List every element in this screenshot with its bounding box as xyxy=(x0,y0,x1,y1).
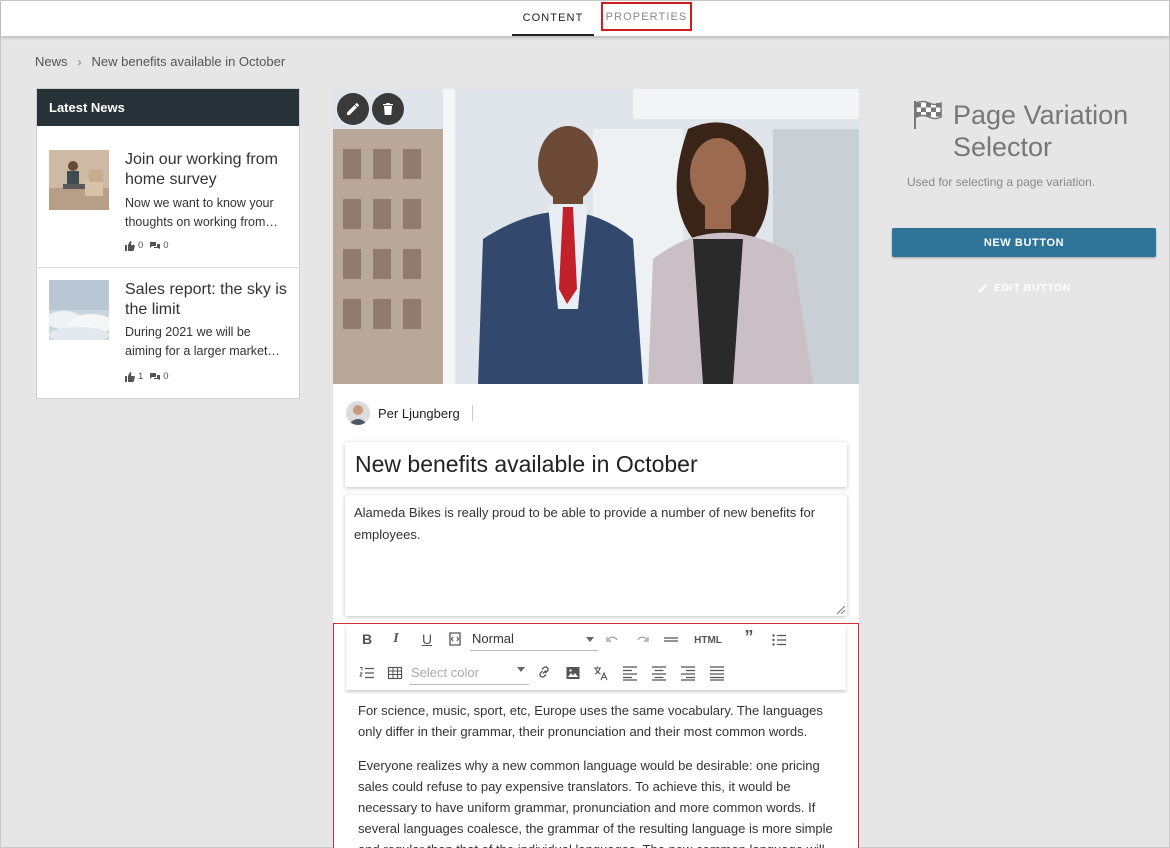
like-count: 0 xyxy=(138,240,144,251)
undo-button[interactable] xyxy=(602,629,624,651)
page-variation-title: Page Variation Selector xyxy=(953,100,1129,162)
author-divider xyxy=(471,405,473,421)
excerpt-line: Now we want to know your xyxy=(125,196,274,210)
align-right-button[interactable] xyxy=(677,662,699,684)
pencil-icon xyxy=(978,283,987,293)
chevron-down-icon xyxy=(586,637,594,642)
news-item-title[interactable]: Sales report: the sky is the limit xyxy=(125,280,291,320)
comment-count: 0 xyxy=(163,240,169,251)
news-item-excerpt: During 2021 we will be aiming for a larg… xyxy=(125,323,291,361)
pencil-icon xyxy=(347,103,359,115)
format-select[interactable]: Normal xyxy=(470,629,598,651)
table-icon xyxy=(387,666,403,680)
redo-icon xyxy=(637,636,649,642)
italic-button[interactable]: I xyxy=(385,628,407,650)
rich-text-editor: B I U Normal HTML ” Select color For sci… xyxy=(333,623,859,848)
align-center-button[interactable] xyxy=(648,662,670,684)
color-select[interactable]: Select color xyxy=(409,661,529,685)
link-button[interactable] xyxy=(533,661,555,683)
color-select-placeholder: Select color xyxy=(411,665,479,680)
resize-grip-icon[interactable] xyxy=(837,606,845,614)
bold-button[interactable]: B xyxy=(356,628,378,650)
excerpt-line: thoughts on working from… xyxy=(125,215,278,229)
chevron-down-icon xyxy=(517,667,525,672)
editor-paragraph: Everyone realizes why a new common langu… xyxy=(358,758,833,848)
editor-toolbar: B I U Normal HTML ” Select color xyxy=(346,624,846,690)
undo-icon xyxy=(606,636,618,642)
top-tab-bar: CONTENT PROPERTIES xyxy=(1,1,1169,36)
like-count: 1 xyxy=(138,371,144,382)
editor-paragraph: For science, music, sport, etc, Europe u… xyxy=(358,703,823,739)
align-right-icon xyxy=(681,666,695,681)
edit-image-button[interactable] xyxy=(337,93,369,125)
news-item-stats: 1 0 xyxy=(125,371,169,382)
tab-properties[interactable]: PROPERTIES xyxy=(601,2,692,31)
code-icon xyxy=(449,632,461,646)
latest-news-card: Latest News Join our working from home s… xyxy=(36,88,300,399)
image-button[interactable] xyxy=(562,662,584,684)
align-left-icon xyxy=(623,666,637,681)
new-button[interactable]: NEW BUTTON xyxy=(892,228,1156,257)
tab-content[interactable]: CONTENT xyxy=(512,1,594,36)
editor-content[interactable]: For science, music, sport, etc, Europe u… xyxy=(358,700,833,848)
table-button[interactable] xyxy=(384,662,406,684)
author-avatar xyxy=(346,401,370,425)
comments-icon xyxy=(150,372,161,380)
edit-button-label: EDIT BUTTON xyxy=(994,282,1071,294)
news-item[interactable]: Join our working from home survey Now we… xyxy=(37,126,299,268)
news-item-stats: 0 0 xyxy=(125,240,169,251)
breadcrumb-news-link[interactable]: News xyxy=(35,54,68,69)
news-item-excerpt: Now we want to know your thoughts on wor… xyxy=(125,194,291,232)
align-left-button[interactable] xyxy=(619,662,641,684)
edit-button[interactable]: EDIT BUTTON xyxy=(892,279,1156,297)
html-button[interactable]: HTML xyxy=(691,629,725,651)
horizontal-rule-icon xyxy=(664,637,678,642)
underline-button[interactable]: U xyxy=(416,628,438,650)
justify-button[interactable] xyxy=(706,662,728,684)
comment-count: 0 xyxy=(163,371,169,382)
trash-icon xyxy=(383,103,393,115)
news-item[interactable]: Sales report: the sky is the limit Durin… xyxy=(37,268,299,398)
link-icon xyxy=(539,666,549,678)
hero-photo xyxy=(333,89,859,384)
bulleted-list-button[interactable] xyxy=(768,629,790,651)
page-variation-description: Used for selecting a page variation. xyxy=(907,175,1096,189)
image-icon xyxy=(566,667,580,679)
author-name[interactable]: Per Ljungberg xyxy=(378,406,460,421)
article-summary-field[interactable]: Alameda Bikes is really proud to be able… xyxy=(345,495,847,616)
excerpt-line: During 2021 we will be xyxy=(125,325,251,339)
translate-button[interactable] xyxy=(590,662,612,684)
article-summary-text: Alameda Bikes is really proud to be able… xyxy=(354,505,816,542)
author-row: Per Ljungberg xyxy=(346,401,473,425)
comments-icon xyxy=(150,241,161,249)
numbered-list-icon xyxy=(359,667,374,679)
delete-image-button[interactable] xyxy=(372,93,404,125)
news-thumbnail-image xyxy=(49,280,109,340)
bulleted-list-icon xyxy=(772,634,786,646)
thumbs-up-icon xyxy=(125,371,135,382)
translate-icon xyxy=(594,666,608,681)
checkered-flag-icon xyxy=(914,100,942,129)
redo-button[interactable] xyxy=(631,629,653,651)
breadcrumb-separator: › xyxy=(77,54,82,69)
excerpt-line: aiming for a larger market… xyxy=(125,344,280,358)
justify-icon xyxy=(710,666,724,681)
latest-news-header: Latest News xyxy=(37,89,299,126)
align-center-icon xyxy=(652,666,666,681)
code-view-button[interactable] xyxy=(444,628,466,650)
news-item-title[interactable]: Join our working from home survey xyxy=(125,150,291,190)
blockquote-button[interactable]: ” xyxy=(738,626,760,648)
article-title-field[interactable]: New benefits available in October xyxy=(345,442,847,487)
breadcrumb: News › New benefits available in October xyxy=(35,54,285,69)
breadcrumb-current: New benefits available in October xyxy=(91,54,286,69)
thumbs-up-icon xyxy=(125,240,135,251)
numbered-list-button[interactable] xyxy=(356,662,378,684)
news-thumbnail-image xyxy=(49,150,109,210)
horizontal-rule-button[interactable] xyxy=(660,629,682,651)
article-hero-image xyxy=(333,89,859,384)
format-select-value: Normal xyxy=(472,631,514,646)
